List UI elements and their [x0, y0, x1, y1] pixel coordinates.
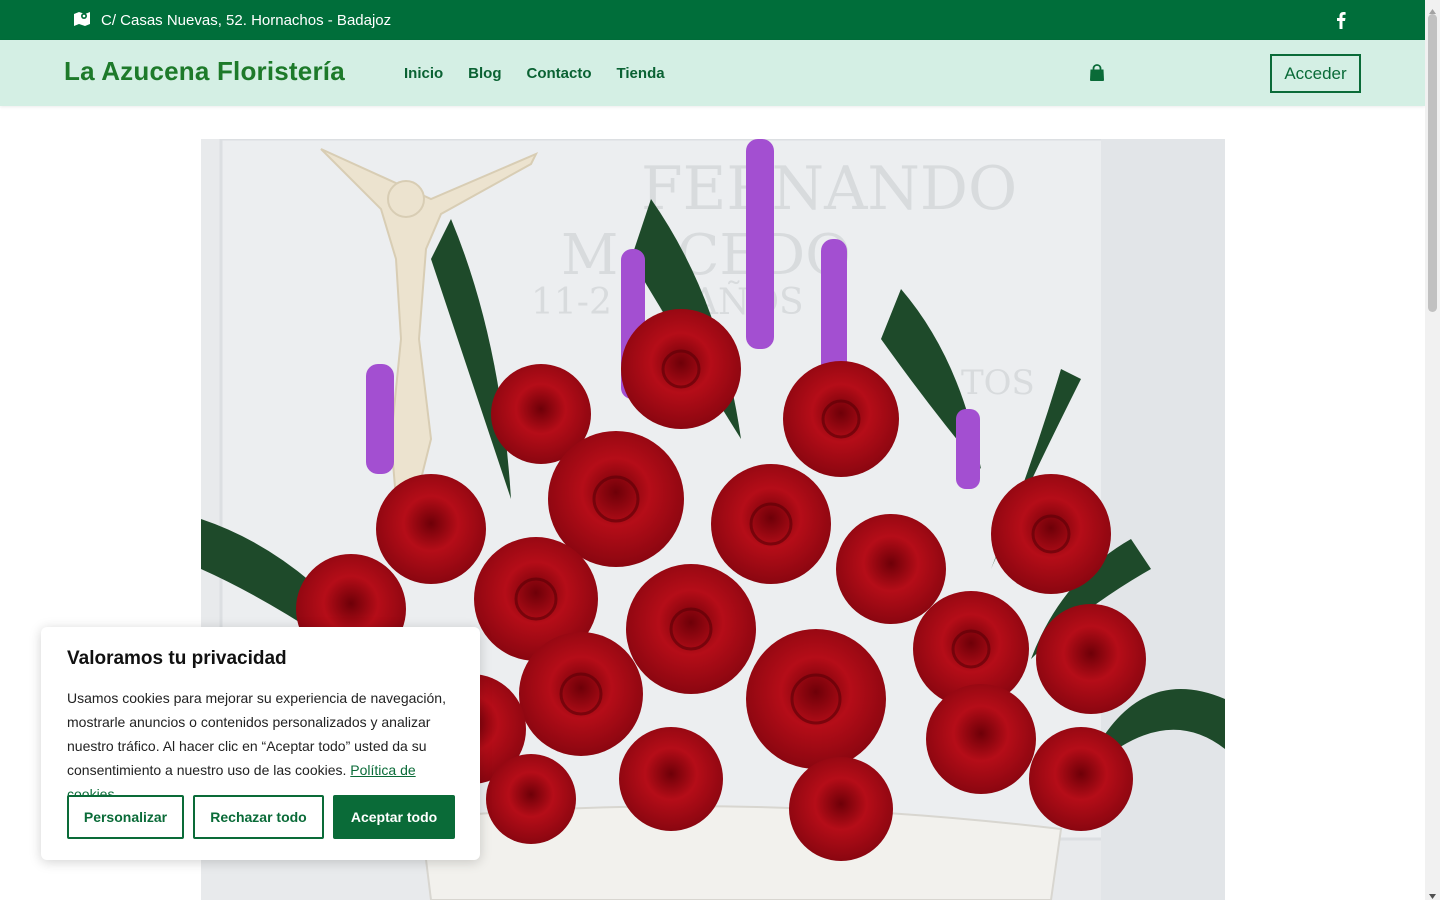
top-bar: C/ Casas Nuevas, 52. Hornachos - Badajoz	[0, 0, 1425, 40]
cookie-title: Valoramos tu privacidad	[67, 648, 287, 669]
scrollbar-thumb[interactable]	[1428, 14, 1437, 312]
login-button[interactable]: Acceder	[1270, 54, 1361, 93]
address-text: C/ Casas Nuevas, 52. Hornachos - Badajoz	[101, 11, 392, 29]
svg-text:FERNANDO: FERNANDO	[641, 154, 1017, 224]
nav-blog[interactable]: Blog	[468, 65, 501, 82]
cookie-buttons: Personalizar Rechazar todo Aceptar todo	[67, 795, 455, 839]
nav-contacto[interactable]: Contacto	[527, 65, 592, 82]
customize-button[interactable]: Personalizar	[67, 795, 184, 839]
cookie-text: Usamos cookies para mejorar su experienc…	[67, 686, 454, 806]
nav-inicio[interactable]: Inicio	[404, 65, 443, 82]
shopping-bag-icon[interactable]	[1089, 64, 1105, 82]
svg-text:M ACEDO: M ACEDO	[561, 223, 851, 288]
map-icon	[73, 10, 91, 30]
scroll-up-icon[interactable]	[1428, 3, 1437, 14]
cookie-consent-banner: Valoramos tu privacidad Usamos cookies p…	[41, 627, 480, 860]
address: C/ Casas Nuevas, 52. Hornachos - Badajoz	[73, 0, 391, 40]
site-header: La Azucena Floristería Inicio Blog Conta…	[0, 40, 1425, 106]
site-logo[interactable]: La Azucena Floristería	[64, 56, 345, 87]
scroll-down-icon[interactable]	[1428, 887, 1437, 899]
reject-all-button[interactable]: Rechazar todo	[193, 795, 324, 839]
svg-text:TOS: TOS	[961, 363, 1035, 403]
nav-tienda[interactable]: Tienda	[617, 65, 665, 82]
main-nav: Inicio Blog Contacto Tienda	[404, 40, 665, 106]
accept-all-button[interactable]: Aceptar todo	[333, 795, 455, 839]
facebook-icon[interactable]	[1333, 10, 1349, 30]
